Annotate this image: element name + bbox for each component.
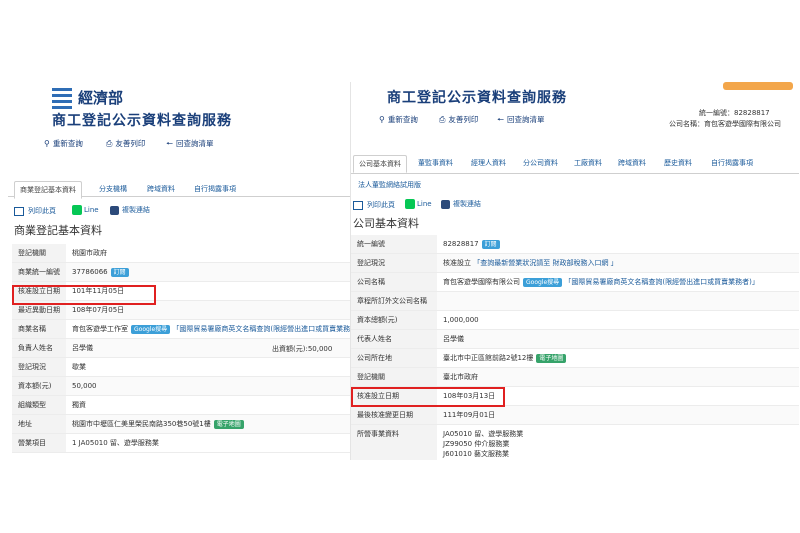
print-icon: ⎙ (106, 139, 113, 148)
table-row: 負責人姓名 呂學儀 出資額(元):50,000 (12, 338, 350, 358)
tab-managers[interactable]: 經理人資料 (466, 155, 511, 171)
business-item: JZ99050 仲介服務業 (443, 440, 510, 448)
business-info-table: 登記機關 桃園市政府 商業統一編號 37786066 訂閱 核准設立日期 101年11月… (12, 244, 350, 453)
section-title: 商業登記基本資料 (14, 224, 102, 237)
tab-company-basic[interactable]: 公司基本資料 (353, 155, 407, 173)
moea-logo-icon (52, 88, 72, 109)
e-map-badge[interactable]: 電子地圖 (536, 354, 567, 363)
printer-icon (14, 206, 24, 216)
tab-self-disclosure[interactable]: 自行揭露事項 (189, 181, 241, 197)
table-row: 章程所訂外文公司名稱 (351, 291, 799, 311)
table-row: 組織類型 獨資 (12, 395, 350, 415)
subscribe-badge[interactable]: 訂閱 (481, 239, 500, 249)
tab-factories[interactable]: 工廠資料 (569, 155, 607, 171)
service-title: 商工登記公示資料查詢服務 (387, 90, 567, 106)
copy-link[interactable]: 複製連結 (110, 205, 150, 215)
tab-bar (351, 173, 799, 174)
copy-link[interactable]: 複製連結 (441, 199, 481, 209)
print-icon: ⎙ (439, 115, 446, 124)
company-name-label: 公司名稱：育包客遊學國際有限公司 (669, 120, 781, 128)
service-title: 商工登記公示資料查詢服務 (52, 113, 232, 129)
table-row: 資本總額(元) 1,000,000 (351, 310, 799, 330)
line-share-link[interactable]: Line (405, 199, 432, 209)
table-row: 公司名稱 育包客遊學國際有限公司 Google搜尋 「國際貿易署廠商英文名稱查詢(限… (351, 272, 799, 292)
print-page-link[interactable]: 列印此頁 (353, 200, 395, 210)
table-row: 公司所在地 臺北市中正區館前路2號12樓 電子地圖 (351, 348, 799, 368)
business-item: J601010 藝文服務業 (443, 450, 510, 458)
tax-portal-link[interactable]: 「查詢最新營業狀況請至 財政部稅務入口網 」 (473, 259, 617, 267)
highlight-box-left (12, 285, 156, 305)
tab-directors[interactable]: 董監事資料 (413, 155, 458, 171)
table-row: 最後核准變更日期 111年09月01日 (351, 405, 799, 425)
ministry-name: 經濟部 (78, 89, 124, 107)
requery-link[interactable]: ⚲ 重新查詢 (379, 114, 418, 125)
tab-self-disclosure[interactable]: 自行揭露事項 (706, 155, 758, 171)
tab-cross-domain[interactable]: 跨域資料 (142, 181, 180, 197)
line-icon (72, 205, 82, 215)
line-icon (405, 199, 415, 209)
printer-icon (353, 200, 363, 210)
table-row: 登記機關 桃園市政府 (12, 244, 350, 263)
friendly-print-link[interactable]: ⎙ 友善列印 (439, 114, 478, 125)
table-row: 登記現況 核准設立 「查詢最新營業狀況請至 財政部稅務入口網 」 (351, 253, 799, 273)
table-row: 所營事業資料 JA05010 留、遊學服務業 JZ99050 仲介服務業 J60… (351, 424, 799, 460)
tab-network-trial[interactable]: 法人董監網絡試用版 (353, 177, 426, 193)
arrow-left-icon: 🠔 (497, 115, 504, 124)
trade-english-name-link[interactable]: 「國際貿易署廠商英文名稱查詢(限經營出進口或買賣業務者)」 (172, 325, 350, 333)
back-list-link[interactable]: 🠔 回查詢清單 (497, 114, 545, 128)
copy-icon (110, 205, 119, 215)
line-share-link[interactable]: Line (72, 205, 99, 215)
table-row: 登記機關 臺北市政府 (351, 367, 799, 387)
friendly-print-link[interactable]: ⎙ 友善列印 (106, 138, 145, 149)
highlight-box-right (351, 387, 505, 407)
copy-icon (441, 199, 450, 209)
table-row: 登記現況 歇業 (12, 357, 350, 377)
tab-history[interactable]: 歷史資料 (659, 155, 697, 171)
company-id-label: 統一編號：82828817 (699, 109, 770, 117)
requery-link[interactable]: ⚲ 重新查詢 (44, 138, 83, 149)
arrow-left-icon: 🠔 (166, 139, 173, 148)
tab-cross-domain[interactable]: 跨域資料 (613, 155, 651, 171)
subscribe-badge[interactable]: 訂閱 (110, 267, 129, 277)
tab-branches[interactable]: 分支機構 (94, 181, 132, 197)
orange-header-button[interactable] (723, 82, 793, 90)
search-icon: ⚲ (44, 139, 50, 148)
table-row: 營業項目 1 JA05010 留、遊學服務業 (12, 433, 350, 453)
business-item: JA05010 留、遊學服務業 (443, 430, 524, 438)
back-list-link[interactable]: 🠔 回查詢清單 (166, 138, 214, 152)
table-row: 代表人姓名 呂學儀 (351, 329, 799, 349)
tab-branch-companies[interactable]: 分公司資料 (518, 155, 563, 171)
company-info-table: 統一編號 82828817 訂閱 登記現況 核准設立 「查詢最新營業狀況請至 財政部稅… (351, 235, 799, 460)
table-row: 統一編號 82828817 訂閱 (351, 235, 799, 254)
table-row: 商業名稱 育包客遊學工作室 Google搜尋 「國際貿易署廠商英文名稱查詢(限經營出… (12, 319, 350, 339)
tab-business-basic[interactable]: 商業登記基本資料 (14, 181, 82, 199)
search-icon: ⚲ (379, 115, 385, 124)
google-search-badge[interactable]: Google搜尋 (523, 278, 563, 287)
section-title: 公司基本資料 (353, 217, 419, 230)
table-row: 地址 桃園市中壢區仁美里榮民南路350巷50號1樓 電子地圖 (12, 414, 350, 434)
print-page-link[interactable]: 列印此頁 (14, 206, 56, 216)
right-screenshot-panel: 商工登記公示資料查詢服務 ⚲ 重新查詢 ⎙ 友善列印 🠔 回查詢清單 統一編號：828… (350, 82, 799, 460)
left-screenshot-panel: 經濟部 商工登記公示資料查詢服務 ⚲ 重新查詢 ⎙ 友善列印 🠔 回查詢清單 商業登記… (8, 82, 350, 460)
capital-contribution: 出資額(元):50,000 (272, 345, 333, 353)
trade-english-name-link[interactable]: 「國際貿易署廠商英文名稱查詢(限經營出進口或買賣業務者)」 (564, 278, 758, 286)
table-row: 商業統一編號 37786066 訂閱 (12, 262, 350, 282)
google-search-badge[interactable]: Google搜尋 (131, 325, 171, 334)
table-row: 資本額(元) 50,000 (12, 376, 350, 396)
e-map-badge[interactable]: 電子地圖 (213, 420, 244, 429)
